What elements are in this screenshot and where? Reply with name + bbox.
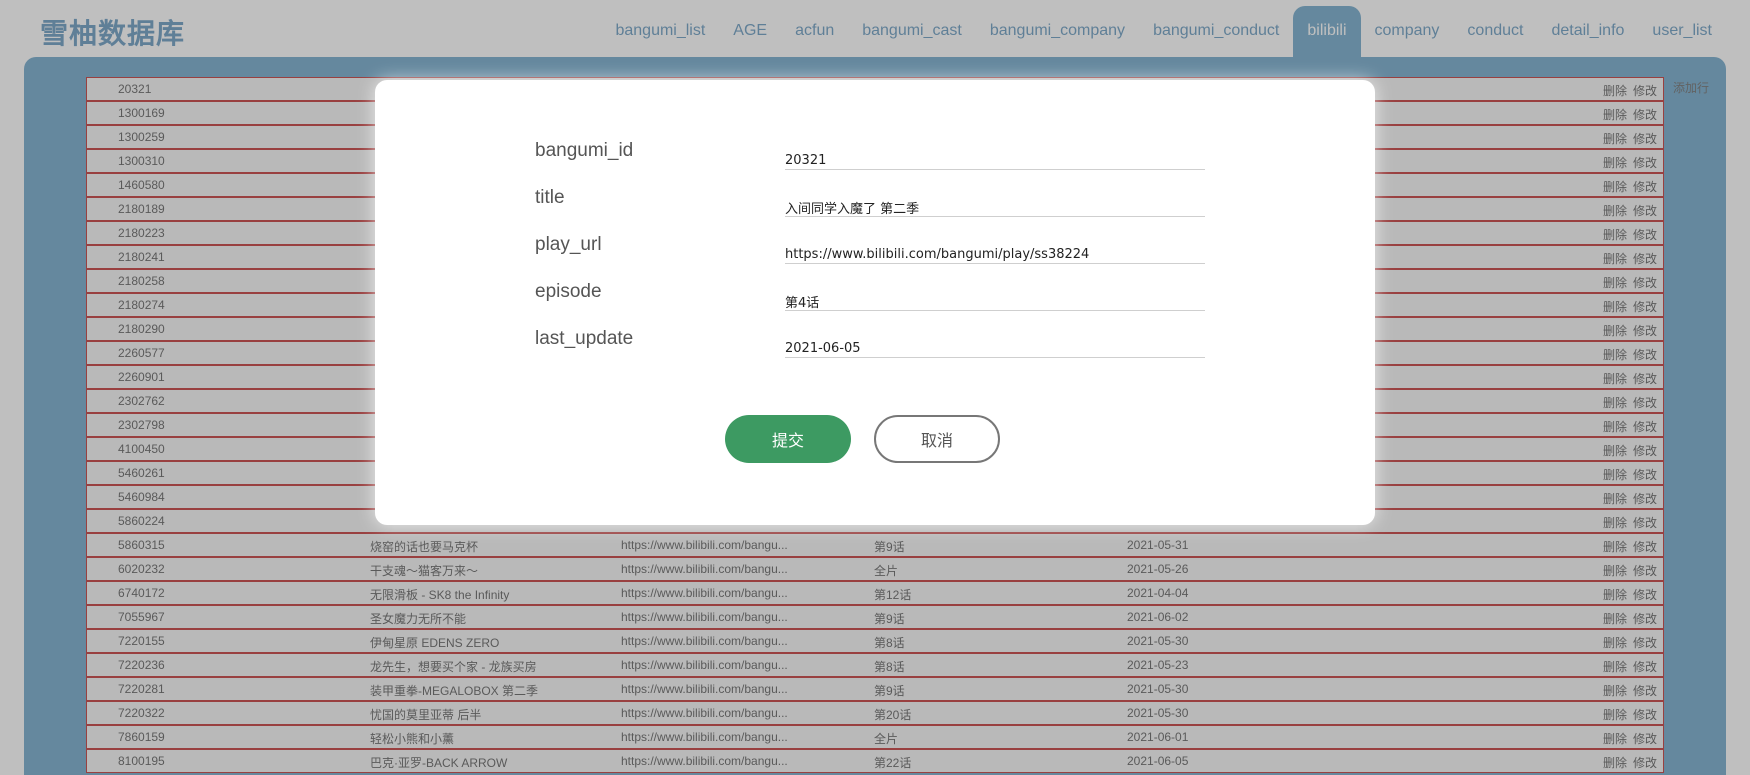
field-episode: episode bbox=[535, 281, 1235, 311]
field-label: play_url bbox=[535, 234, 602, 255]
submit-button[interactable]: 提交 bbox=[725, 415, 851, 463]
field-label: last_update bbox=[535, 328, 634, 349]
episode-input[interactable] bbox=[785, 285, 1205, 311]
field-label: episode bbox=[535, 281, 602, 302]
bangumi-id-input[interactable] bbox=[785, 144, 1205, 170]
last-update-input[interactable] bbox=[785, 332, 1205, 358]
edit-dialog: bangumi_id title play_url episode last_u… bbox=[375, 80, 1375, 525]
field-play-url: play_url bbox=[535, 234, 1235, 264]
cancel-button[interactable]: 取消 bbox=[874, 415, 1000, 463]
field-bangumi-id: bangumi_id bbox=[535, 140, 1235, 170]
field-title: title bbox=[535, 187, 1235, 217]
field-last-update: last_update bbox=[535, 328, 1235, 358]
title-input[interactable] bbox=[785, 191, 1205, 217]
field-label: bangumi_id bbox=[535, 140, 634, 161]
play-url-input[interactable] bbox=[785, 238, 1205, 264]
field-label: title bbox=[535, 187, 565, 208]
